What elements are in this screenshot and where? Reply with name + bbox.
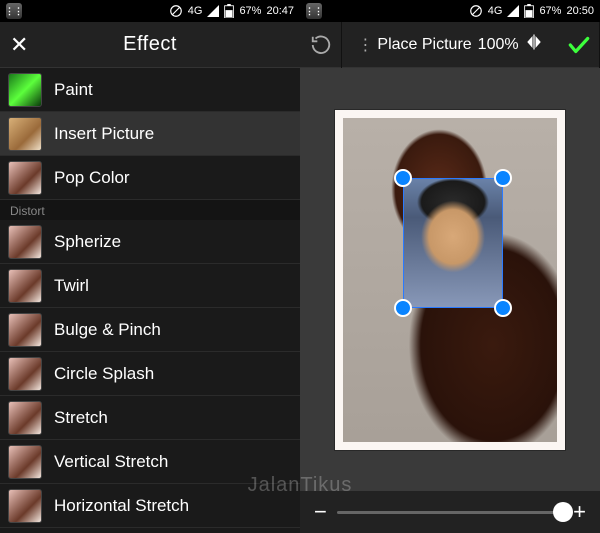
thumb-paint xyxy=(8,73,42,107)
no-sim-icon xyxy=(169,4,183,18)
zoom-value: 100% xyxy=(478,36,519,54)
effect-list[interactable]: Paint Insert Picture Pop Color Distort S… xyxy=(0,68,300,533)
list-item[interactable]: Horizontal Stretch xyxy=(0,484,300,528)
zoom-slider-bar: − + xyxy=(300,491,600,533)
undo-button[interactable] xyxy=(300,22,342,68)
list-item[interactable]: Spherize xyxy=(0,220,300,264)
list-item[interactable]: Circle Splash xyxy=(0,352,300,396)
list-item[interactable]: Stretch xyxy=(0,396,300,440)
thumb-pop-color xyxy=(8,161,42,195)
base-photo[interactable] xyxy=(335,110,565,450)
clock: 20:50 xyxy=(566,5,594,17)
battery-icon xyxy=(524,4,534,18)
zoom-slider[interactable] xyxy=(337,511,563,514)
item-label: Twirl xyxy=(54,276,89,296)
item-label: Vertical Stretch xyxy=(54,452,168,472)
statusbar-left: ⋮⋮ 4G 67% 20:47 xyxy=(0,0,300,22)
list-item[interactable]: Paint xyxy=(0,68,300,112)
left-panel: ⋮⋮ 4G 67% 20:47 ✕ Effect Paint Insert Pi… xyxy=(0,0,300,533)
zoom-out-button[interactable]: − xyxy=(314,499,327,525)
clock: 20:47 xyxy=(266,5,294,17)
battery-pct: 67% xyxy=(239,5,261,17)
close-icon[interactable]: ✕ xyxy=(10,32,38,58)
zoom-in-button[interactable]: + xyxy=(573,499,586,525)
item-label: Paint xyxy=(54,80,93,100)
item-label: Horizontal Stretch xyxy=(54,496,189,516)
thumb-stretch xyxy=(8,401,42,435)
toolbar-center[interactable]: ⋮ Place Picture 100% xyxy=(342,33,558,56)
list-item[interactable]: Bulge & Pinch xyxy=(0,308,300,352)
signal-icon xyxy=(507,5,519,17)
thumb-horizontal-stretch xyxy=(8,489,42,523)
resize-handle-br[interactable] xyxy=(494,299,512,317)
placed-face-image xyxy=(404,179,502,307)
toolbar: ⋮ Place Picture 100% xyxy=(300,22,600,68)
placed-picture[interactable] xyxy=(403,178,503,308)
resize-handle-bl[interactable] xyxy=(394,299,412,317)
item-label: Pop Color xyxy=(54,168,130,188)
thumb-vertical-stretch xyxy=(8,445,42,479)
list-item[interactable]: Twirl xyxy=(0,264,300,308)
thumb-twirl xyxy=(8,269,42,303)
thumb-circle-splash xyxy=(8,357,42,391)
confirm-button[interactable] xyxy=(558,22,600,68)
no-sim-icon xyxy=(469,4,483,18)
thumb-spherize xyxy=(8,225,42,259)
canvas[interactable] xyxy=(300,68,600,491)
list-item[interactable]: Insert Picture xyxy=(0,112,300,156)
battery-icon xyxy=(224,4,234,18)
signal-icon xyxy=(207,5,219,17)
list-item[interactable]: Vertical Stretch xyxy=(0,440,300,484)
thumb-insert-picture xyxy=(8,117,42,151)
resize-handle-tr[interactable] xyxy=(494,169,512,187)
resize-handle-tl[interactable] xyxy=(394,169,412,187)
bbm-icon: ⋮⋮ xyxy=(6,3,22,19)
statusbar-right: ⋮⋮ 4G 67% 20:50 xyxy=(300,0,600,22)
thumb-bulge-pinch xyxy=(8,313,42,347)
slider-knob[interactable] xyxy=(553,502,573,522)
network-label: 4G xyxy=(188,5,203,17)
item-label: Spherize xyxy=(54,232,121,252)
flip-horizontal-icon[interactable] xyxy=(525,33,543,56)
page-title: Effect xyxy=(38,33,290,56)
drag-handle-icon: ⋮ xyxy=(357,35,371,55)
item-label: Stretch xyxy=(54,408,108,428)
battery-pct: 67% xyxy=(539,5,561,17)
network-label: 4G xyxy=(488,5,503,17)
right-panel: ⋮⋮ 4G 67% 20:50 ⋮ Place Picture 100% xyxy=(300,0,600,533)
item-label: Bulge & Pinch xyxy=(54,320,161,340)
item-label: Insert Picture xyxy=(54,124,154,144)
title-bar: ✕ Effect xyxy=(0,22,300,68)
bbm-icon: ⋮⋮ xyxy=(306,3,322,19)
item-label: Circle Splash xyxy=(54,364,154,384)
section-header: Distort xyxy=(0,200,300,220)
action-label: Place Picture xyxy=(377,36,471,54)
list-item[interactable]: Pop Color xyxy=(0,156,300,200)
